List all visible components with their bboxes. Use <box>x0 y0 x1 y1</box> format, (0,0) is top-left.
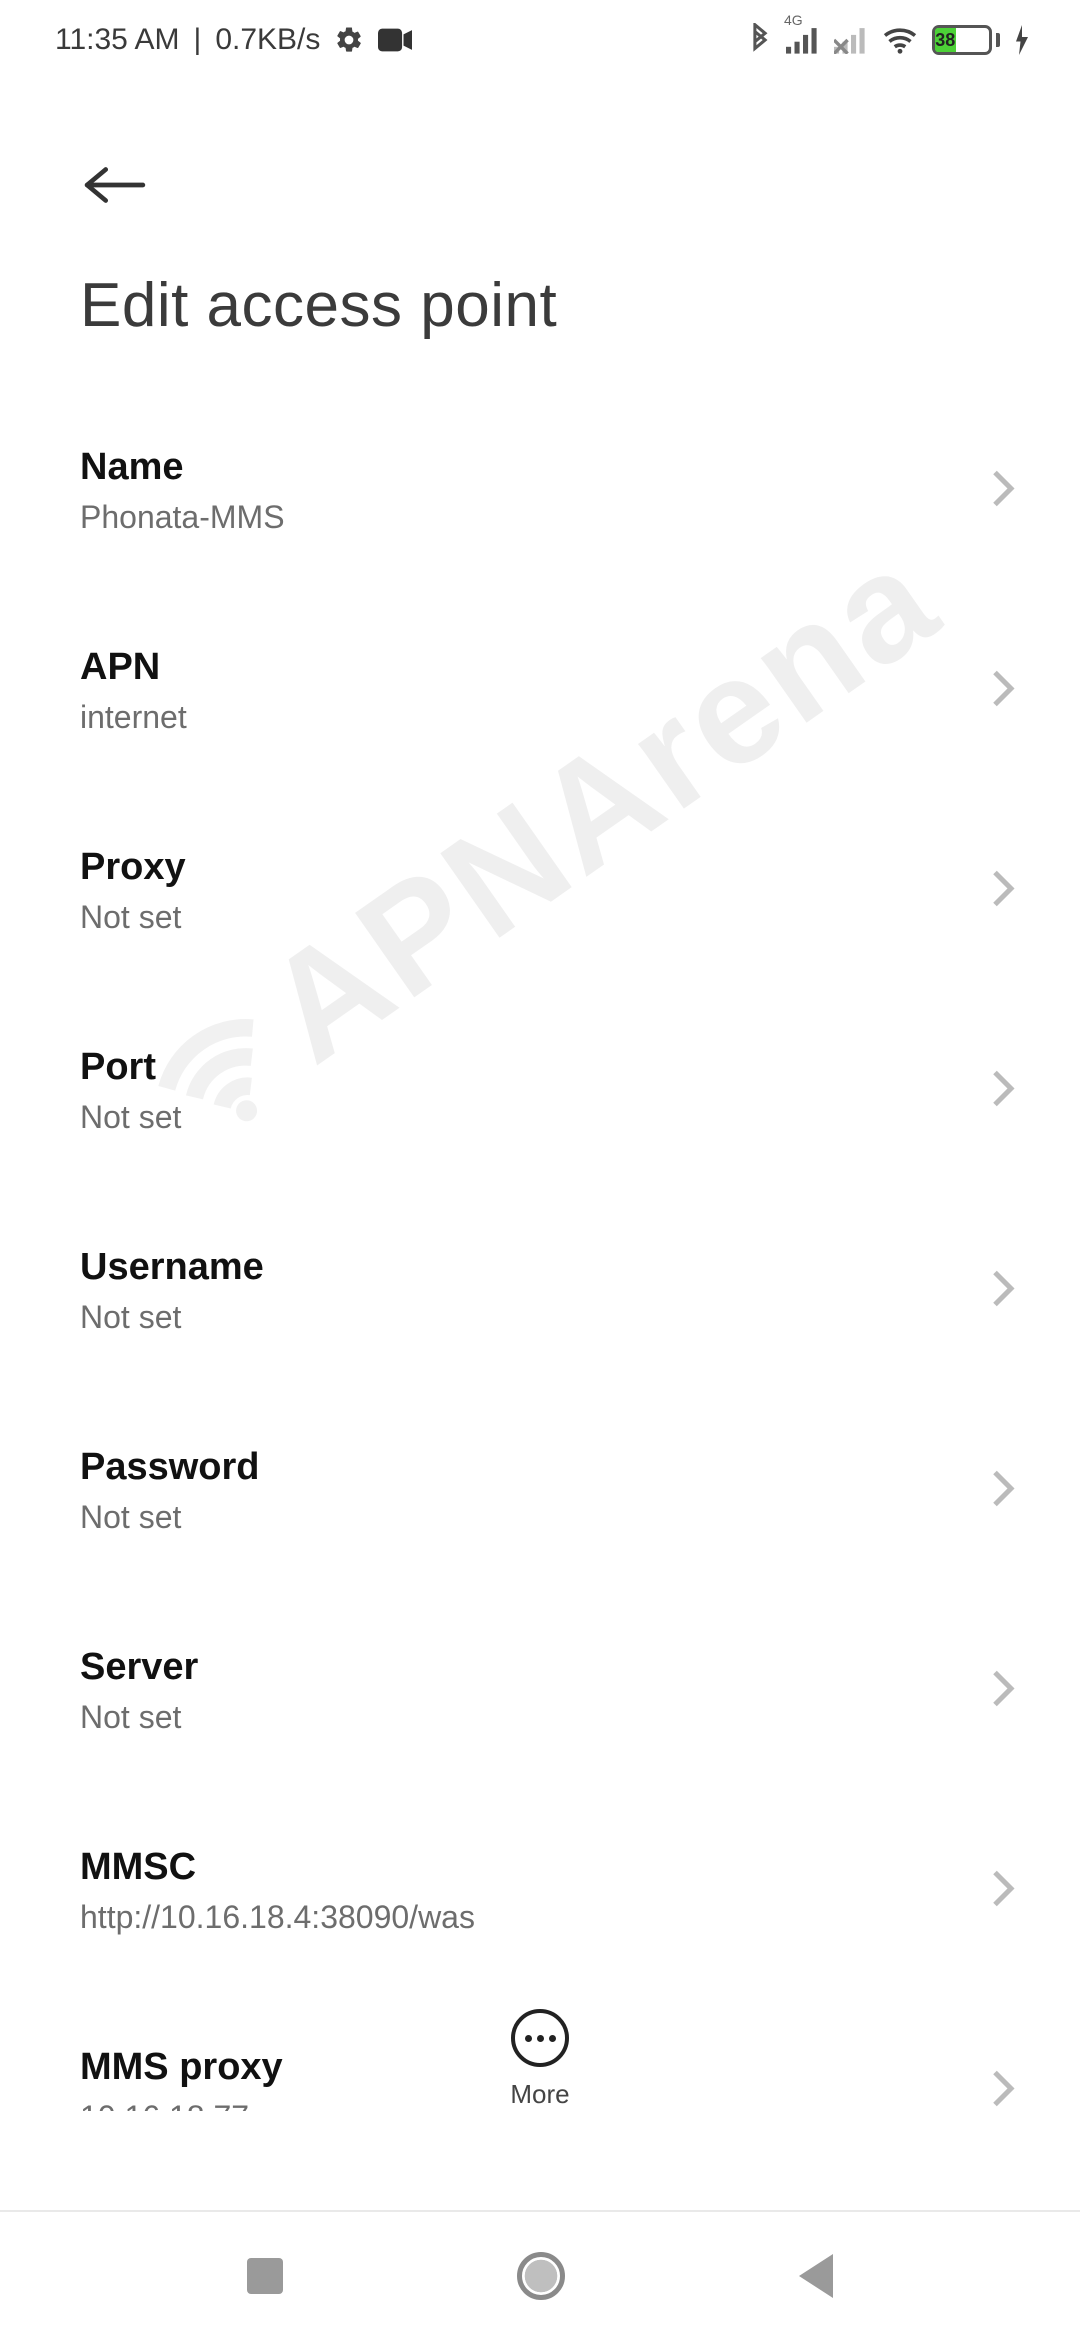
camera-icon <box>378 28 412 52</box>
chevron-right-icon <box>991 1469 1015 1514</box>
field-port[interactable]: Port Not set <box>80 991 1025 1191</box>
field-label: Username <box>80 1246 965 1289</box>
field-name[interactable]: Name Phonata-MMS <box>80 391 1025 591</box>
field-value: Not set <box>80 1699 965 1736</box>
field-label: Name <box>80 446 965 489</box>
page-title: Edit access point <box>80 270 1080 341</box>
field-value: Not set <box>80 899 965 936</box>
bluetooth-icon <box>748 23 772 57</box>
arrow-left-icon <box>84 163 146 207</box>
field-value: Phonata-MMS <box>80 499 965 536</box>
chevron-right-icon <box>991 1669 1015 1714</box>
field-value: http://10.16.18.4:38090/was <box>80 1899 965 1936</box>
more-button[interactable]: More <box>0 2009 1080 2110</box>
chevron-right-icon <box>991 1869 1015 1914</box>
field-password[interactable]: Password Not set <box>80 1391 1025 1591</box>
system-nav-bar <box>0 2210 1080 2340</box>
chevron-right-icon <box>991 669 1015 714</box>
signal-icon-4g: 4G <box>786 26 820 54</box>
field-proxy[interactable]: Proxy Not set <box>80 791 1025 991</box>
field-value: Not set <box>80 1299 965 1336</box>
status-left-cluster: 11:35 AM | 0.7KB/s <box>55 23 412 57</box>
field-label: MMSC <box>80 1846 965 1889</box>
battery-indicator: 38 <box>932 25 1000 55</box>
field-mmsc[interactable]: MMSC http://10.16.18.4:38090/was <box>80 1791 1025 1991</box>
field-label: Password <box>80 1446 965 1489</box>
signal-icon-no-sim <box>834 26 868 54</box>
chevron-right-icon <box>991 869 1015 914</box>
chevron-right-icon <box>991 1069 1015 1114</box>
apn-settings-list: Name Phonata-MMS APN internet Proxy Not … <box>0 391 1080 2111</box>
charging-icon <box>1014 25 1030 55</box>
chevron-right-icon <box>991 469 1015 514</box>
field-label: Proxy <box>80 846 965 889</box>
field-label: Server <box>80 1646 965 1689</box>
more-label: More <box>510 2079 569 2110</box>
status-right-cluster: 4G 38 <box>748 23 1030 57</box>
field-username[interactable]: Username Not set <box>80 1191 1025 1391</box>
chevron-right-icon <box>991 1269 1015 1314</box>
status-divider: | <box>194 23 202 57</box>
more-icon <box>511 2009 569 2067</box>
wifi-icon <box>882 25 918 55</box>
nav-home-button[interactable] <box>517 2252 565 2300</box>
nav-back-button[interactable] <box>799 2254 833 2298</box>
field-apn[interactable]: APN internet <box>80 591 1025 791</box>
gear-icon <box>334 25 364 55</box>
field-value: Not set <box>80 1099 965 1136</box>
back-button[interactable] <box>70 140 160 230</box>
status-net-speed: 0.7KB/s <box>215 23 320 57</box>
field-label: Port <box>80 1046 965 1089</box>
status-bar: 11:35 AM | 0.7KB/s 4G 38 <box>0 0 1080 80</box>
field-value: Not set <box>80 1499 965 1536</box>
field-server[interactable]: Server Not set <box>80 1591 1025 1791</box>
field-value: internet <box>80 699 965 736</box>
nav-recents-button[interactable] <box>247 2258 283 2294</box>
status-time: 11:35 AM <box>55 23 180 57</box>
field-label: APN <box>80 646 965 689</box>
